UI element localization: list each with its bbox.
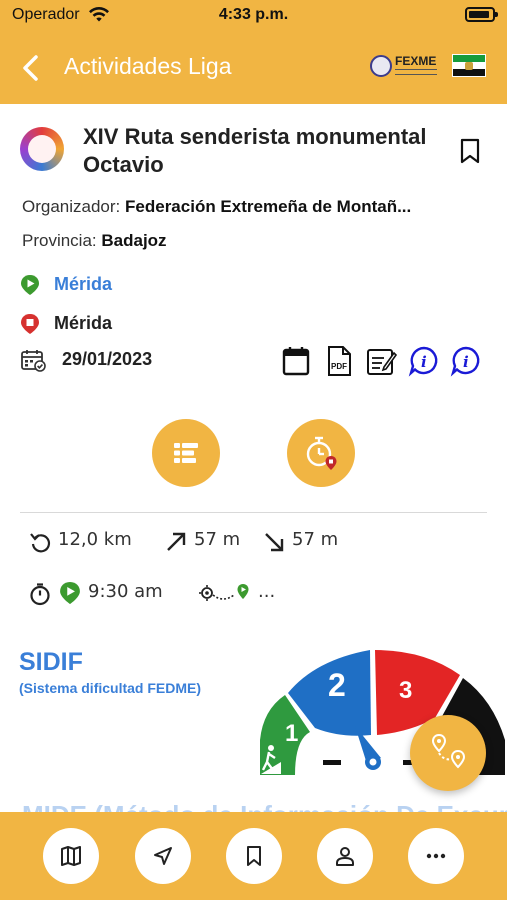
organizer-label: Organizador: — [22, 197, 121, 216]
extremadura-flag-icon — [452, 54, 486, 77]
svg-text:i: i — [463, 353, 469, 371]
battery-icon — [465, 7, 498, 22]
sidif-title: SIDIF — [19, 648, 83, 676]
descent-arrow-icon — [265, 533, 284, 552]
stopwatch-icon — [30, 583, 50, 606]
route-fab[interactable] — [410, 715, 486, 791]
route-progress-icon — [199, 584, 249, 601]
fexme-emblem-icon — [370, 55, 392, 77]
fexme-logo-text: FEXME — [395, 54, 437, 68]
province-value: Badajoz — [101, 231, 167, 250]
status-bar: Operador 4:33 p.m. — [0, 0, 507, 32]
info-icon[interactable]: i — [450, 344, 482, 378]
end-pin-icon — [21, 314, 39, 334]
back-chevron-icon[interactable] — [16, 52, 48, 84]
gauge-label-3: 3 — [399, 677, 412, 704]
distance-value: 12,0 km — [58, 529, 132, 550]
divider — [20, 512, 487, 513]
gauge-label-2: 2 — [328, 667, 346, 703]
calendar-icon[interactable] — [280, 344, 312, 378]
route-stats: 12,0 km 57 m 57 m — [28, 526, 488, 556]
route-icon — [431, 733, 466, 769]
more-icon — [426, 853, 446, 859]
ascent-arrow-icon — [167, 532, 186, 551]
filter-list-button[interactable] — [152, 419, 220, 487]
loop-distance-icon — [30, 533, 51, 553]
tab-more[interactable] — [408, 828, 464, 884]
calendar-check-icon — [21, 350, 46, 372]
end-place: Mérida — [54, 313, 113, 333]
gauge-label-1: 1 — [285, 720, 298, 747]
navigation-icon — [154, 847, 172, 865]
stopwatch-pin-icon — [306, 436, 337, 470]
start-time-row: 9:30 am ... — [28, 577, 488, 609]
action-icons: PDF i i — [280, 344, 485, 378]
end-place-row: Mérida — [20, 311, 220, 337]
page-title: Actividades Liga — [64, 53, 232, 79]
status-time: 4:33 p.m. — [218, 6, 289, 23]
filter-list-icon — [174, 443, 198, 463]
pdf-icon[interactable]: PDF — [323, 344, 355, 378]
map-icon — [61, 846, 81, 866]
fexme-logo-subtitle — [395, 69, 437, 75]
descent-value: 57 m — [292, 529, 339, 550]
event-logo — [20, 127, 64, 171]
start-place[interactable]: Mérida — [54, 274, 112, 295]
nav-bar: Actividades Liga FEXME — [0, 32, 507, 104]
province-line: Provincia: Badajoz — [22, 231, 167, 251]
tab-saved[interactable] — [226, 828, 282, 884]
tab-map[interactable] — [43, 828, 99, 884]
ascent-value: 57 m — [194, 529, 241, 550]
svg-text:PDF: PDF — [331, 362, 347, 371]
organizer-value: Federación Extremeña de Montañ... — [125, 197, 412, 216]
date-row: 29/01/2023 — [20, 347, 220, 373]
event-title: XIV Ruta senderista monumental Octavio — [83, 124, 427, 177]
organizer-line: Organizador: Federación Extremeña de Mon… — [22, 197, 487, 217]
province-label: Provincia: — [22, 231, 97, 250]
tab-navigation[interactable] — [135, 828, 191, 884]
tab-bar — [0, 812, 507, 900]
start-pin-icon — [21, 275, 39, 295]
signup-form-icon[interactable] — [365, 344, 397, 378]
more-waypoints: ... — [258, 581, 276, 602]
tab-profile[interactable] — [317, 828, 373, 884]
start-place-row[interactable]: Mérida — [20, 272, 220, 298]
bookmark-icon[interactable] — [457, 137, 483, 165]
timer-button[interactable] — [287, 419, 355, 487]
start-time: 9:30 am — [88, 581, 163, 602]
user-icon — [336, 847, 354, 866]
bookmark-icon — [247, 846, 261, 866]
svg-text:i: i — [421, 353, 427, 371]
start-pin-icon — [60, 582, 80, 604]
gauge-center-mark — [323, 760, 341, 765]
event-date: 29/01/2023 — [62, 349, 153, 369]
fexme-logo: FEXME — [370, 53, 440, 81]
sidif-subtitle: (Sistema dificultad FEDME) — [19, 680, 202, 696]
info-icon[interactable]: i — [408, 344, 440, 378]
